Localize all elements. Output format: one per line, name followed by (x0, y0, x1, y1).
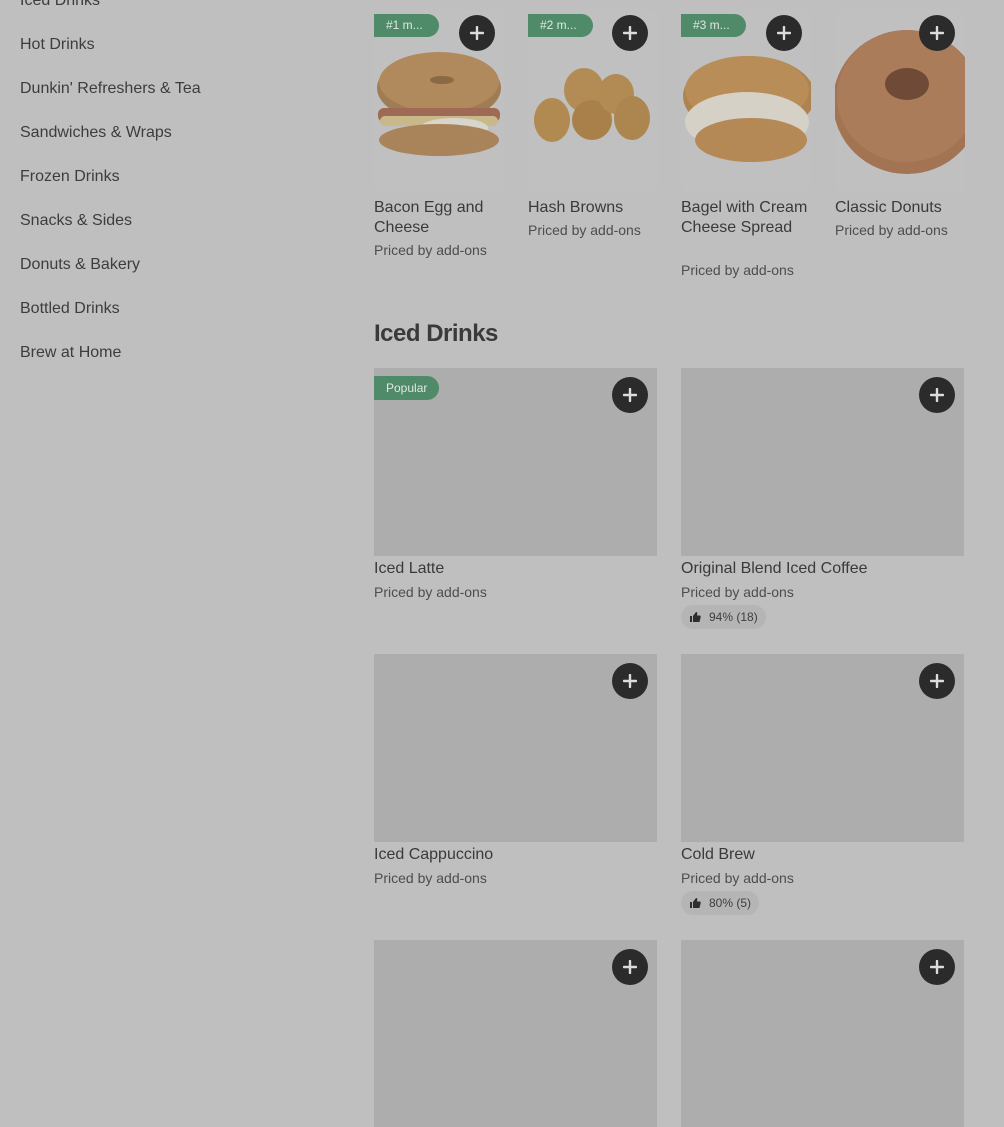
item-title: Bagel with Cream Cheese Spread (681, 199, 808, 236)
plus-icon (623, 674, 637, 688)
plus-icon (930, 388, 944, 402)
plus-icon (623, 388, 637, 402)
item-price: Priced by add-ons (374, 870, 487, 886)
thumbs-up-icon (690, 612, 701, 622)
item-title: Original Blend Iced Coffee (681, 560, 868, 577)
item-title: Bacon Egg and Cheese (374, 199, 484, 236)
sidebar-item-frozen-drinks[interactable]: Frozen Drinks (20, 168, 120, 186)
item-price: Priced by add-ons (681, 262, 794, 278)
item-price: Priced by add-ons (681, 584, 794, 600)
item-price: Priced by add-ons (681, 870, 794, 886)
menu-page: Iced Drinks Hot Drinks Dunkin' Refresher… (0, 0, 1004, 1127)
add-button[interactable] (612, 663, 648, 699)
sidebar-item-sandwiches-wraps[interactable]: Sandwiches & Wraps (20, 124, 172, 142)
rank-badge: #1 m... (374, 14, 439, 37)
item-price: Priced by add-ons (528, 222, 641, 238)
add-button[interactable] (919, 377, 955, 413)
add-button[interactable] (612, 15, 648, 51)
sidebar-item-refreshers-tea[interactable]: Dunkin' Refreshers & Tea (20, 80, 201, 98)
item-price: Priced by add-ons (835, 222, 948, 238)
item-title: Iced Latte (374, 560, 445, 577)
plus-icon (470, 26, 484, 40)
add-button[interactable] (766, 15, 802, 51)
plus-icon (930, 960, 944, 974)
popular-item-card[interactable]: #2 m... Hash Browns Priced by add-ons (528, 10, 658, 250)
item-price: Priced by add-ons (374, 584, 487, 600)
sidebar-item-brew-at-home[interactable]: Brew at Home (20, 344, 121, 362)
rank-badge: #2 m... (528, 14, 593, 37)
plus-icon (930, 26, 944, 40)
sidebar-item-donuts-bakery[interactable]: Donuts & Bakery (20, 256, 140, 274)
popular-item-card[interactable]: #3 m... Bagel with Cream Cheese Spread P… (681, 10, 811, 290)
sidebar-item-iced-drinks[interactable]: Iced Drinks (20, 0, 100, 10)
item-title: Classic Donuts (835, 199, 942, 216)
plus-icon (930, 674, 944, 688)
item-title: Hash Browns (528, 199, 624, 216)
popular-badge: Popular (374, 376, 440, 400)
plus-icon (777, 26, 791, 40)
item-title: Cold Brew (681, 846, 755, 863)
add-button[interactable] (919, 663, 955, 699)
popular-item-card[interactable]: #1 m... Bacon Egg and Cheese Priced by a… (374, 10, 504, 270)
rank-badge: #3 m... (681, 14, 746, 37)
add-button[interactable] (612, 949, 648, 985)
rating-text: 80% (5) (709, 896, 752, 910)
sidebar-item-snacks-sides[interactable]: Snacks & Sides (20, 212, 132, 230)
section-title-iced-drinks: Iced Drinks (374, 320, 498, 347)
add-button[interactable] (919, 15, 955, 51)
popular-item-card[interactable]: Classic Donuts Priced by add-ons (835, 10, 965, 250)
add-button[interactable] (919, 949, 955, 985)
rating-badge: 94% (18) (681, 605, 766, 629)
rating-badge: 80% (5) (681, 891, 760, 915)
sidebar-item-hot-drinks[interactable]: Hot Drinks (20, 36, 95, 54)
add-button[interactable] (612, 377, 648, 413)
add-button[interactable] (459, 15, 495, 51)
item-title: Iced Cappuccino (374, 846, 494, 863)
item-price: Priced by add-ons (374, 242, 487, 258)
plus-icon (623, 960, 637, 974)
sidebar-item-bottled-drinks[interactable]: Bottled Drinks (20, 300, 120, 318)
plus-icon (623, 26, 637, 40)
thumbs-up-icon (690, 898, 701, 908)
rating-text: 94% (18) (709, 610, 758, 624)
